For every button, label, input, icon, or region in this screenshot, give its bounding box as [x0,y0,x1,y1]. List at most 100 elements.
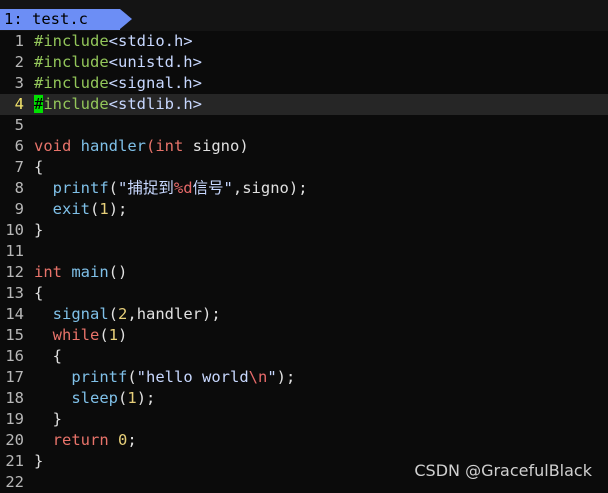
code-token: } [34,452,44,470]
line-number: 4 [14,95,24,113]
code-token: ); [108,200,128,218]
code-token: " [267,368,277,386]
line-number: 11 [5,242,24,260]
code-line[interactable]: 4 #include<stdlib.h> [0,94,608,115]
code-token: void [34,137,72,155]
line-number: 13 [5,284,24,302]
code-line[interactable]: 15 while(1) [0,325,608,346]
line-code: { [34,157,43,178]
code-token: int [34,263,62,281]
code-token: ); [276,368,296,386]
code-line[interactable]: 19 } [0,409,608,430]
line-code: } [34,409,62,430]
code-line[interactable]: 8 printf("捕捉到%d信号",signo); [0,178,608,199]
line-code: { [34,346,62,367]
code-token: <stdlib.h> [108,95,202,113]
tab-test-c[interactable]: 1: test.c [0,9,120,30]
code-line[interactable]: 10} [0,220,608,241]
code-token: "hello world [136,368,249,386]
code-token: { [34,347,62,365]
tab-line: 1: test.c [0,0,608,31]
code-line[interactable]: 7{ [0,157,608,178]
code-token: ( [146,137,156,155]
line-number: 8 [14,179,24,197]
code-token: \n [248,368,268,386]
code-line[interactable]: 6 void handler(int signo) [0,136,608,157]
code-token: ,signo); [232,179,308,197]
code-editor[interactable]: 1 #include<stdio.h> 2 #include<unistd.h> 3 #i… [0,31,608,493]
line-number: 15 [5,326,24,344]
code-token: ( [127,368,137,386]
code-line[interactable]: 9 exit(1); [0,199,608,220]
line-code: } [34,451,43,472]
line-code: #include<stdlib.h> [34,94,202,115]
code-line[interactable]: 1 #include<stdio.h> [0,31,608,52]
code-token: () [108,263,128,281]
code-token: handler [80,137,146,155]
code-token: #include [34,74,109,92]
code-token: { [34,284,44,302]
line-number: 19 [5,410,24,428]
code-token: return [52,431,109,449]
code-token: sleep [71,389,118,407]
code-line[interactable]: 14 signal(2,handler); [0,304,608,325]
code-line[interactable]: 20 return 0; [0,430,608,451]
code-token: main [71,263,109,281]
code-token: "捕捉到 [118,179,174,197]
line-number: 21 [5,452,24,470]
code-line[interactable]: 3 #include<signal.h> [0,73,608,94]
line-number: 3 [14,74,24,92]
code-token: ( [99,326,109,344]
code-token: #include [34,32,109,50]
code-token: 0 [118,431,128,449]
line-number: 10 [5,221,24,239]
line-number: 16 [5,347,24,365]
code-token: signo) [183,137,249,155]
code-line[interactable]: 18 sleep(1); [0,388,608,409]
code-line[interactable]: 2 #include<unistd.h> [0,52,608,73]
code-token: #include [34,53,109,71]
line-number: 20 [5,431,24,449]
code-token: %d [173,179,193,197]
code-line[interactable]: 16 { [0,346,608,367]
line-code: printf("捕捉到%d信号",signo); [34,178,308,199]
code-token: ( [108,305,119,323]
line-code: void handler(int signo) [34,136,249,157]
line-number: 14 [5,305,24,323]
code-line[interactable]: 5 [0,115,608,136]
code-token: ( [118,389,128,407]
code-token: printf [52,179,109,197]
line-number: 1 [14,32,24,50]
code-line[interactable]: 13 { [0,283,608,304]
code-line[interactable]: 12 int main() [0,262,608,283]
code-token: signal [52,305,109,323]
code-token: printf [71,368,128,386]
code-token: 1 [99,200,109,218]
code-token: ,handler); [127,305,221,323]
code-token: while [52,326,100,344]
line-number: 5 [14,116,24,134]
line-code: #include<unistd.h> [34,52,202,73]
code-token: } [34,410,62,428]
code-token: ; [127,431,137,449]
line-number: 7 [14,158,24,176]
line-code: sleep(1); [34,388,155,409]
code-line[interactable]: 11 [0,241,608,262]
code-token: { [34,158,44,176]
code-token: ) [118,326,128,344]
line-number: 9 [14,200,24,218]
line-code: #include<stdio.h> [34,31,193,52]
line-code: signal(2,handler); [34,304,221,325]
code-token: } [34,221,44,239]
code-token: ( [90,200,100,218]
line-code: while(1) [34,325,128,346]
code-line[interactable]: 17 printf("hello world\n"); [0,367,608,388]
